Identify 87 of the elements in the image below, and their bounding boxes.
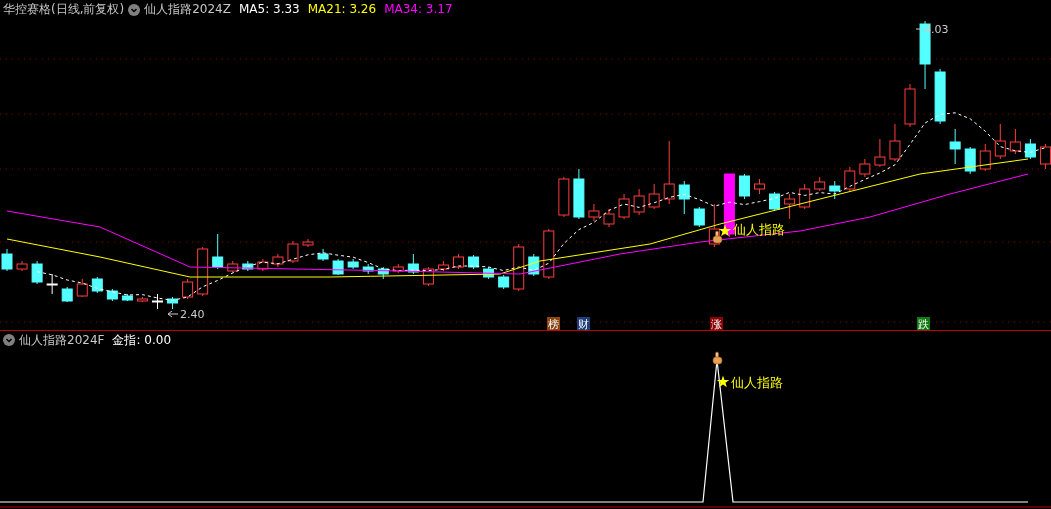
candlestick	[799, 183, 811, 210]
candlestick	[543, 228, 555, 280]
ma-reading: MA21: 3.26	[307, 1, 377, 18]
candlestick	[46, 273, 58, 295]
candlestick	[197, 246, 209, 297]
candlestick	[633, 188, 645, 216]
candlestick	[663, 140, 675, 205]
candlestick	[588, 203, 600, 222]
candlestick	[302, 238, 314, 248]
event-marker[interactable]: 跌	[917, 317, 930, 330]
dropdown-icon[interactable]	[3, 334, 15, 346]
candlestick	[1039, 143, 1051, 170]
candlestick	[16, 260, 28, 272]
candlestick	[106, 288, 118, 302]
candlestick	[994, 123, 1006, 160]
candlestick	[422, 266, 434, 287]
candlestick	[152, 293, 163, 310]
candlestick	[61, 286, 73, 303]
candlestick	[934, 68, 946, 125]
indicator-reading: 金指: 0.00	[112, 331, 172, 349]
candlestick	[212, 233, 224, 270]
candlestick	[407, 253, 419, 275]
candlestick	[362, 263, 374, 275]
candlestick	[377, 266, 389, 280]
dropdown-icon[interactable]	[128, 3, 141, 16]
candlestick	[859, 158, 871, 178]
candlestick	[483, 266, 495, 280]
candlestick	[949, 128, 961, 165]
star-icon	[718, 224, 732, 237]
candlestick	[1024, 138, 1036, 160]
candlestick	[1009, 128, 1021, 155]
signal-label: 仙人指路	[731, 375, 783, 390]
event-marker[interactable]: 财	[577, 317, 590, 330]
candlestick	[769, 191, 781, 212]
candlestick	[678, 180, 690, 215]
candlestick	[723, 173, 735, 238]
candlestick	[979, 143, 991, 172]
event-marker[interactable]: 榜	[547, 317, 560, 330]
candlestick	[227, 260, 239, 274]
ma-reading: MA34: 3.17	[384, 1, 453, 18]
indicator-name: 仙人指路2024F	[19, 331, 105, 349]
pointing-hand-icon	[712, 351, 723, 365]
candlestick	[814, 176, 826, 192]
candlestick	[182, 278, 194, 300]
candlestick	[76, 278, 88, 298]
candlestick	[784, 193, 796, 220]
candlestick	[513, 243, 525, 292]
stock-title: 华控赛格(日线,前复权)	[3, 1, 125, 18]
star-icon	[716, 375, 730, 388]
candlestick	[573, 168, 585, 220]
candlestick	[1, 248, 13, 272]
candlestick	[829, 180, 841, 200]
candlestick	[603, 208, 615, 228]
candlestick	[558, 176, 570, 218]
low-label: 2.40	[167, 308, 205, 321]
candlestick	[453, 253, 464, 270]
pointing-hand-icon	[712, 230, 723, 244]
candlestick	[618, 193, 630, 220]
candlestick	[31, 260, 43, 285]
candlestick	[844, 166, 856, 192]
candlestick	[693, 206, 705, 228]
candlestick	[392, 263, 404, 274]
candlestick	[347, 258, 359, 270]
candlestick	[121, 293, 133, 302]
candlestick	[738, 173, 750, 200]
event-marker[interactable]: 涨	[710, 317, 723, 330]
candlestick	[332, 258, 344, 276]
candlestick	[874, 138, 886, 168]
candlestick	[498, 274, 510, 290]
candlestick	[317, 248, 329, 262]
candlestick	[528, 253, 540, 277]
candlestick	[167, 296, 179, 310]
indicator-name: 仙人指路2024Z	[144, 1, 231, 18]
candlestick	[242, 260, 254, 272]
candlestick	[964, 146, 976, 175]
candlestick	[272, 253, 284, 268]
candlestick	[648, 183, 660, 210]
candlestick	[468, 254, 480, 270]
candlestick	[437, 260, 449, 272]
candlestick	[257, 258, 269, 272]
ma-reading: MA5: 3.33	[238, 1, 300, 18]
candlestick	[754, 178, 765, 195]
candlestick	[904, 83, 916, 128]
candlestick	[889, 123, 901, 162]
candlestick	[136, 296, 148, 303]
candlestick	[91, 276, 103, 294]
candlestick	[287, 240, 299, 264]
